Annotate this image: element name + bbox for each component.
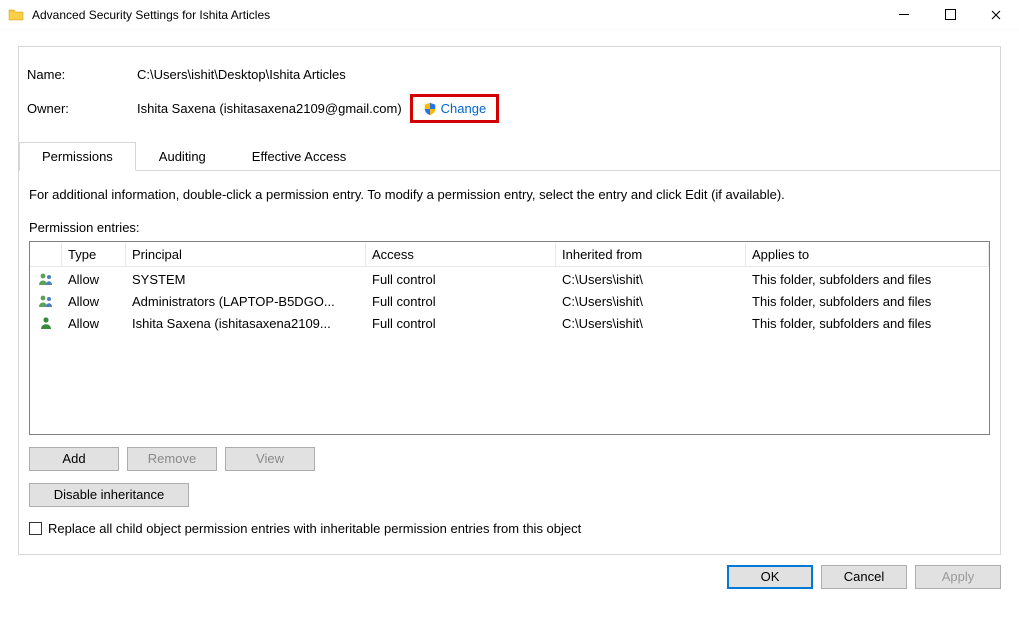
table-row[interactable]: Allow Administrators (LAPTOP-B5DGO... Fu… xyxy=(30,290,989,312)
col-inherited[interactable]: Inherited from xyxy=(556,243,746,267)
dialog-footer: OK Cancel Apply xyxy=(0,555,1019,601)
view-button[interactable]: View xyxy=(225,447,315,471)
owner-label: Owner: xyxy=(27,101,137,116)
tab-auditing[interactable]: Auditing xyxy=(136,142,229,171)
owner-row: Owner: Ishita Saxena (ishitasaxena2109@g… xyxy=(19,94,1000,141)
disable-inheritance-button[interactable]: Disable inheritance xyxy=(29,483,189,507)
tab-bar: Permissions Auditing Effective Access xyxy=(19,141,1000,171)
col-type[interactable]: Type xyxy=(62,243,126,267)
cancel-button[interactable]: Cancel xyxy=(821,565,907,589)
entries-label: Permission entries: xyxy=(29,220,990,235)
change-owner-highlight: Change xyxy=(410,94,500,123)
add-button[interactable]: Add xyxy=(29,447,119,471)
permission-table[interactable]: Type Principal Access Inherited from App… xyxy=(29,241,990,435)
change-owner-link[interactable]: Change xyxy=(441,101,487,116)
info-text: For additional information, double-click… xyxy=(29,187,990,202)
tab-permissions[interactable]: Permissions xyxy=(19,142,136,171)
table-row[interactable]: Allow Ishita Saxena (ishitasaxena2109...… xyxy=(30,312,989,334)
remove-button[interactable]: Remove xyxy=(127,447,217,471)
tab-effective-access[interactable]: Effective Access xyxy=(229,142,369,171)
principal-group-icon xyxy=(30,270,62,288)
name-row: Name: C:\Users\ishit\Desktop\Ishita Arti… xyxy=(19,67,1000,94)
apply-button[interactable]: Apply xyxy=(915,565,1001,589)
principal-group-icon xyxy=(30,292,62,310)
replace-children-label: Replace all child object permission entr… xyxy=(48,521,581,536)
principal-user-icon xyxy=(30,314,62,332)
row-actions: Add Remove View xyxy=(29,447,990,471)
window-title: Advanced Security Settings for Ishita Ar… xyxy=(32,8,270,22)
replace-children-checkbox[interactable] xyxy=(29,522,42,535)
col-principal[interactable]: Principal xyxy=(126,243,366,267)
col-applies[interactable]: Applies to xyxy=(746,243,989,267)
name-value: C:\Users\ishit\Desktop\Ishita Articles xyxy=(137,67,346,82)
minimize-button[interactable] xyxy=(881,0,927,30)
table-header-row: Type Principal Access Inherited from App… xyxy=(30,242,989,268)
ok-button[interactable]: OK xyxy=(727,565,813,589)
col-access[interactable]: Access xyxy=(366,243,556,267)
uac-shield-icon xyxy=(423,102,437,116)
owner-value: Ishita Saxena (ishitasaxena2109@gmail.co… xyxy=(137,101,402,116)
maximize-button[interactable] xyxy=(927,0,973,30)
main-panel: Name: C:\Users\ishit\Desktop\Ishita Arti… xyxy=(18,46,1001,555)
close-button[interactable] xyxy=(973,0,1019,30)
name-label: Name: xyxy=(27,67,137,82)
replace-children-row[interactable]: Replace all child object permission entr… xyxy=(29,521,990,536)
table-row[interactable]: Allow SYSTEM Full control C:\Users\ishit… xyxy=(30,268,989,290)
title-bar: Advanced Security Settings for Ishita Ar… xyxy=(0,0,1019,30)
folder-icon xyxy=(8,7,24,23)
